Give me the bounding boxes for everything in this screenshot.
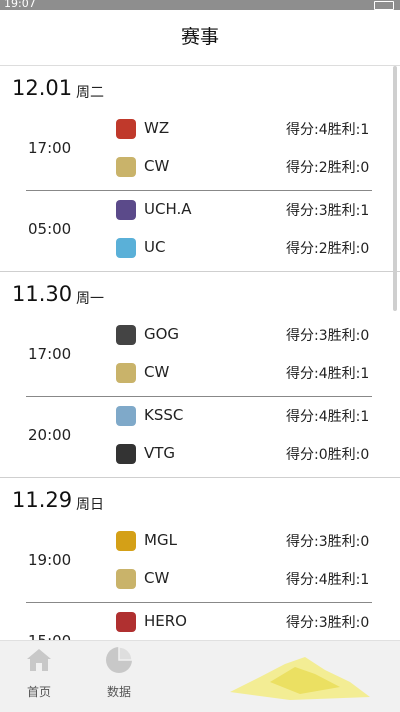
team-logo-icon [116,200,136,220]
tab-home-label: 首页 [26,685,51,699]
team-logo-icon [116,569,136,589]
status-time: 19:07 [4,0,36,10]
team-row: VTG 得分:0胜利:0 [116,442,376,466]
team-name: KSSC [144,406,184,424]
pie-chart-icon [106,646,133,673]
tab-data-label: 数据 [106,685,131,699]
status-bar: 19:07 [0,0,400,10]
day-weekday: 周一 [76,291,104,307]
team-logo-icon [116,238,136,258]
match-list[interactable]: 12.01 周二 17:00 WZ 得分:4胜利:1 CW 得分:2胜利:0 05:00 UCH… [0,66,400,640]
team-logo-icon [116,612,136,632]
team-name: CW [144,569,170,587]
team-row: HERO 得分:3胜利:0 [116,610,376,634]
day-header: 12.01 周二 [0,66,400,110]
match-row[interactable]: 05:00 UCH.A 得分:3胜利:1 UC 得分:2胜利:0 [0,191,400,272]
team-name: UCH.A [144,200,192,218]
team-score: 得分:3胜利:1 [286,203,370,219]
match-time: 05:00 [28,220,72,238]
team-name: UC [144,238,166,256]
team-row: KSSC 得分:4胜利:1 [116,404,376,428]
team-logo-icon [116,406,136,426]
day-header: 11.30 周一 [0,272,400,316]
match-time: 20:00 [28,426,72,444]
match-time: 15:00 [28,632,71,640]
team-logo-icon [116,157,136,177]
team-name: WZ [144,119,170,137]
team-name: GOG [144,325,180,343]
team-row: UC 得分:2胜利:0 [116,236,376,260]
team-name: MGL [144,531,177,549]
day-date: 12.01 [12,76,73,100]
team-score: 得分:4胜利:1 [286,572,370,588]
team-logo-icon [116,444,136,464]
day-date: 11.30 [12,282,73,306]
team-score: 得分:0胜利:0 [286,447,370,463]
team-row: WZ 得分:4胜利:1 [116,117,376,141]
battery-icon [374,1,394,10]
team-row: CW 得分:2胜利:0 [116,155,376,179]
team-row: GOG 得分:3胜利:0 [116,323,376,347]
team-logo-icon [116,531,136,551]
team-logo-icon [116,363,136,383]
team-score: 得分:3胜利:0 [286,534,370,550]
page-title: 赛事 [0,10,400,66]
match-row[interactable]: 15:00HERO得分:3胜利:0LGD得分:4胜利:1 [0,603,400,640]
team-name: CW [144,363,170,381]
tab-bar: 首页 数据 [0,640,400,712]
home-icon [27,649,51,671]
tab-home[interactable]: 首页 [14,645,64,700]
match-time: 17:00 [28,139,72,157]
day-weekday: 周二 [76,85,104,101]
team-score: 得分:3胜利:0 [286,615,370,631]
team-logo-icon [116,325,136,345]
team-row: CW 得分:4胜利:1 [116,567,376,591]
match-time: 19:00 [28,551,72,569]
match-row[interactable]: 20:00 KSSC 得分:4胜利:1 VTG 得分:0胜利:0 [0,397,400,478]
tab-data[interactable]: 数据 [94,645,144,700]
match-time: 17:00 [28,345,72,363]
match-row[interactable]: 17:00 GOG 得分:3胜利:0 CW 得分:4胜利:1 [26,316,372,397]
team-score: 得分:4胜利:1 [286,409,370,425]
day-weekday: 周日 [76,497,104,513]
day-header: 11.29 周日 [0,478,400,522]
team-name: CW [144,157,170,175]
team-row: UCH.A 得分:3胜利:1 [116,198,376,222]
team-row: CW 得分:4胜利:1 [116,361,376,385]
team-name: HERO [144,612,187,630]
match-row[interactable]: 19:00 MGL 得分:3胜利:0 CW 得分:4胜利:1 [26,522,372,603]
team-name: VTG [144,444,176,462]
team-score: 得分:4胜利:1 [286,366,370,382]
decorative-mountain-icon [230,657,370,700]
team-score: 得分:3胜利:0 [286,328,370,344]
team-score: 得分:2胜利:0 [286,160,370,176]
day-date: 11.29 [12,488,73,512]
team-score: 得分:2胜利:0 [286,241,370,257]
scrollbar[interactable] [393,66,397,311]
team-row: MGL 得分:3胜利:0 [116,529,376,553]
match-row[interactable]: 17:00 WZ 得分:4胜利:1 CW 得分:2胜利:0 [26,110,372,191]
team-score: 得分:4胜利:1 [286,122,370,138]
team-logo-icon [116,119,136,139]
